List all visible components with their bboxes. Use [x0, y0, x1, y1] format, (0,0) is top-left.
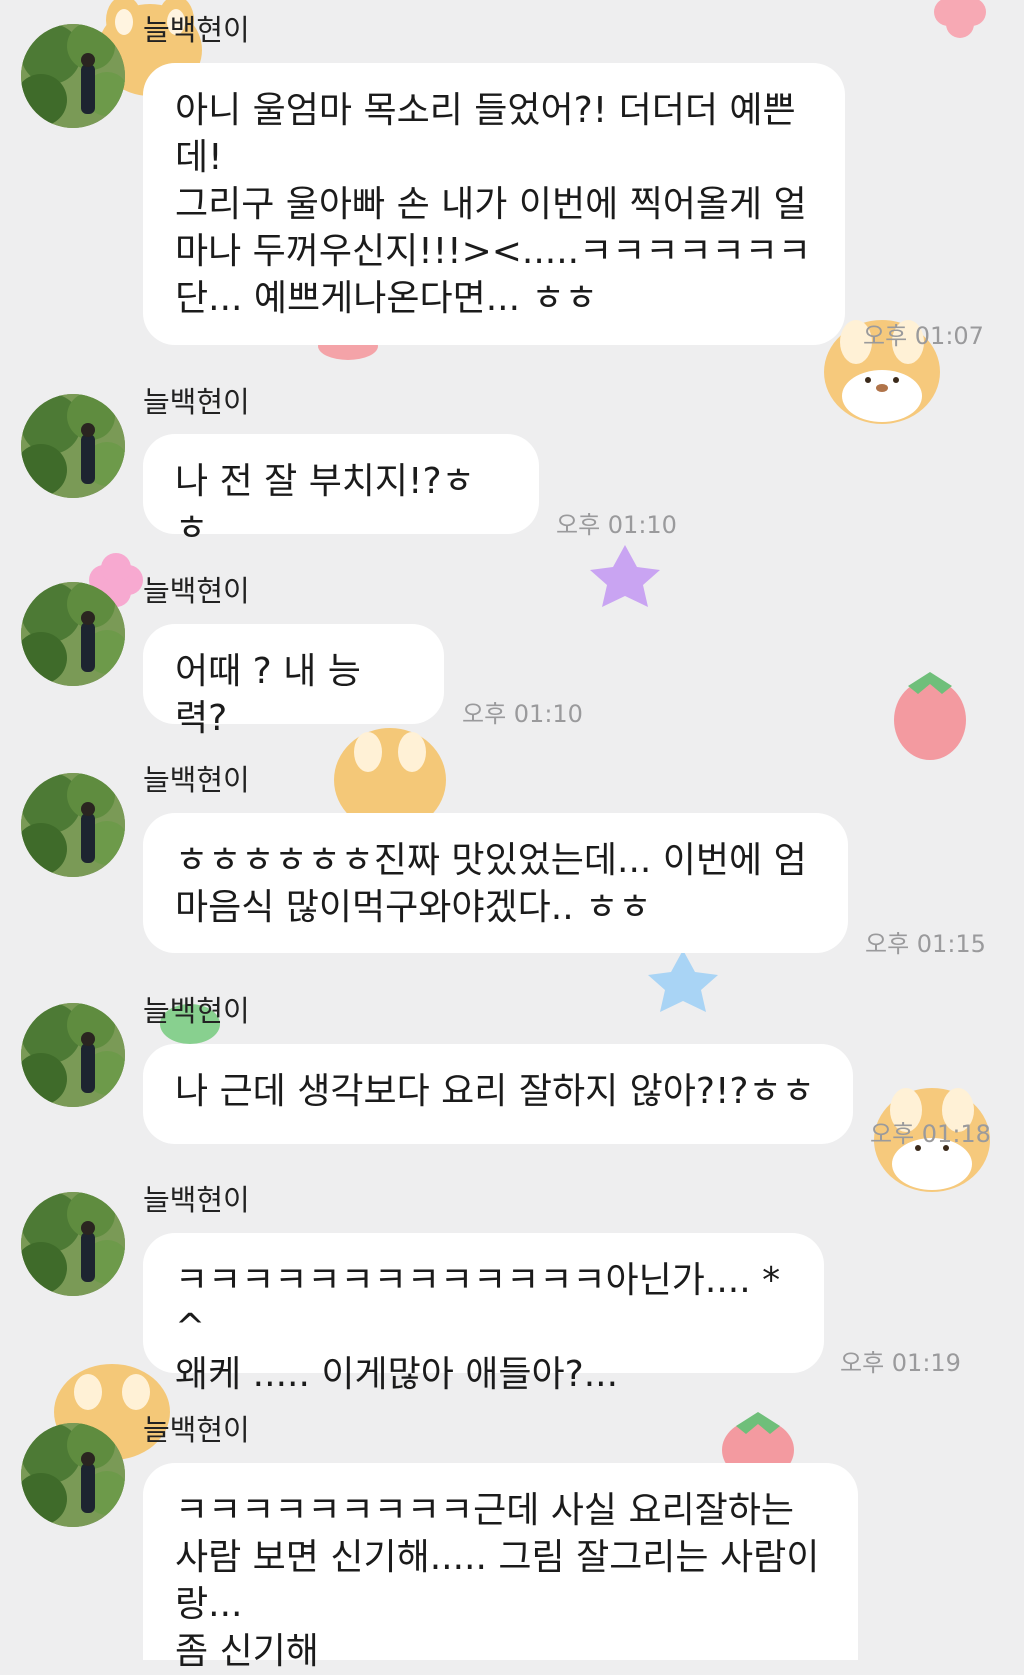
message-time: 오후 01:10	[556, 511, 677, 539]
avatar[interactable]	[21, 1003, 125, 1107]
sender-name: 늘백현이	[143, 1183, 250, 1217]
sender-name: 늘백현이	[143, 1413, 250, 1447]
message-bubble[interactable]: ㅋㅋㅋㅋㅋㅋㅋㅋㅋㅋㅋㅋㅋ아닌가.... *^ 왜케 ..... 이게많아 애들…	[143, 1233, 824, 1395]
sender-name: 늘백현이	[143, 574, 250, 608]
avatar[interactable]	[21, 394, 125, 498]
message-time: 오후 01:10	[462, 700, 583, 728]
avatar[interactable]	[21, 24, 125, 128]
sender-name: 늘백현이	[143, 13, 250, 47]
message-bubble[interactable]: 나 근데 생각보다 요리 잘하지 않아?!?ㅎㅎ	[143, 1044, 853, 1144]
sender-name: 늘백현이	[143, 994, 250, 1028]
message-time: 오후 01:18	[870, 1120, 991, 1148]
message-time: 오후 01:19	[840, 1349, 961, 1377]
message-time: 오후 01:15	[865, 930, 986, 958]
message-bubble[interactable]: 아니 울엄마 목소리 들었어?! 더더더 예쁜 데! 그리구 울아빠 손 내가 …	[143, 63, 845, 345]
chat-log: 늘백현이 아니 울엄마 목소리 들었어?! 더더더 예쁜 데! 그리구 울아빠 …	[0, 0, 1024, 1672]
message-bubble[interactable]: ㅋㅋㅋㅋㅋㅋㅋㅋㅋ근데 사실 요리잘하는 사람 보면 신기해..... 그림 잘…	[143, 1463, 858, 1672]
message-bubble[interactable]: 어때 ? 내 능력?	[143, 624, 444, 739]
avatar[interactable]	[21, 1423, 125, 1527]
sender-name: 늘백현이	[143, 763, 250, 797]
avatar[interactable]	[21, 773, 125, 877]
message-bubble[interactable]: 나 전 잘 부치지!?ㅎㅎ	[143, 434, 539, 549]
message-bubble[interactable]: ㅎㅎㅎㅎㅎㅎ진짜 맛있었는데... 이번에 엄 마음식 많이먹구와야겠다.. ㅎ…	[143, 813, 848, 953]
message-time: 오후 01:07	[863, 322, 984, 350]
avatar[interactable]	[21, 1192, 125, 1296]
sender-name: 늘백현이	[143, 385, 250, 419]
avatar[interactable]	[21, 582, 125, 686]
